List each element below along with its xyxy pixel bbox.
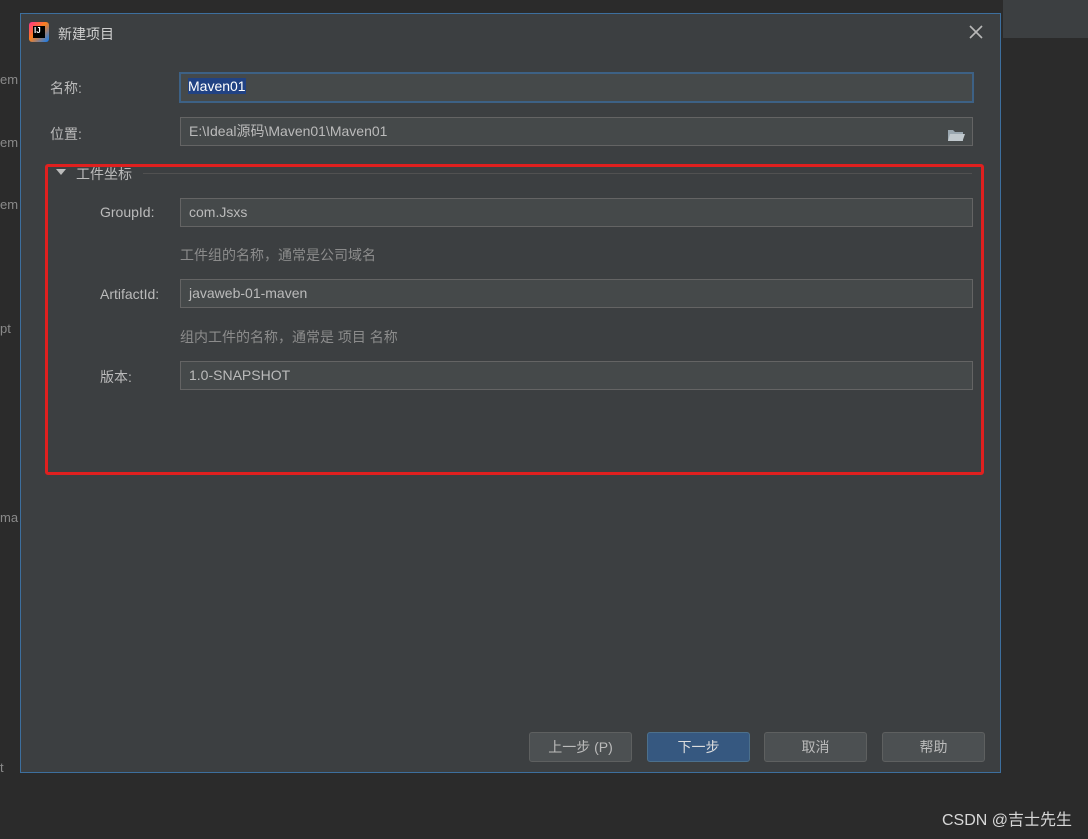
background-text-fragment: em	[0, 135, 19, 150]
project-location-value: E:\Ideal源码\Maven01\Maven01	[189, 123, 388, 139]
background-text-fragment: em	[0, 72, 19, 87]
new-project-dialog: IJ 新建项目 名称: Maven01 位置: E:\Ideal源码\Maven…	[20, 13, 1001, 773]
dialog-title: 新建项目	[58, 26, 114, 42]
previous-button[interactable]: 上一步 (P)	[529, 732, 632, 762]
background-text-fragment: pt	[0, 321, 11, 336]
project-name-input[interactable]: Maven01	[179, 72, 974, 103]
cancel-button[interactable]: 取消	[764, 732, 867, 762]
location-label: 位置:	[50, 126, 82, 142]
background-window-toolbar	[1003, 0, 1088, 38]
help-button[interactable]: 帮助	[882, 732, 985, 762]
background-text-fragment: em	[0, 197, 19, 212]
close-icon[interactable]	[966, 22, 986, 42]
next-button[interactable]: 下一步	[647, 732, 750, 762]
folder-icon[interactable]	[947, 124, 965, 141]
project-name-value: Maven01	[188, 78, 246, 94]
intellij-idea-icon: IJ	[29, 22, 49, 42]
dialog-titlebar[interactable]: IJ 新建项目	[21, 14, 1000, 52]
annotation-highlight-box	[45, 164, 984, 475]
background-text-fragment: t	[0, 760, 4, 775]
name-label: 名称:	[50, 80, 82, 96]
project-location-input[interactable]: E:\Ideal源码\Maven01\Maven01	[180, 117, 973, 146]
background-text-fragment: ma	[0, 510, 19, 525]
csdn-watermark: CSDN @吉士先生	[941, 812, 1072, 829]
